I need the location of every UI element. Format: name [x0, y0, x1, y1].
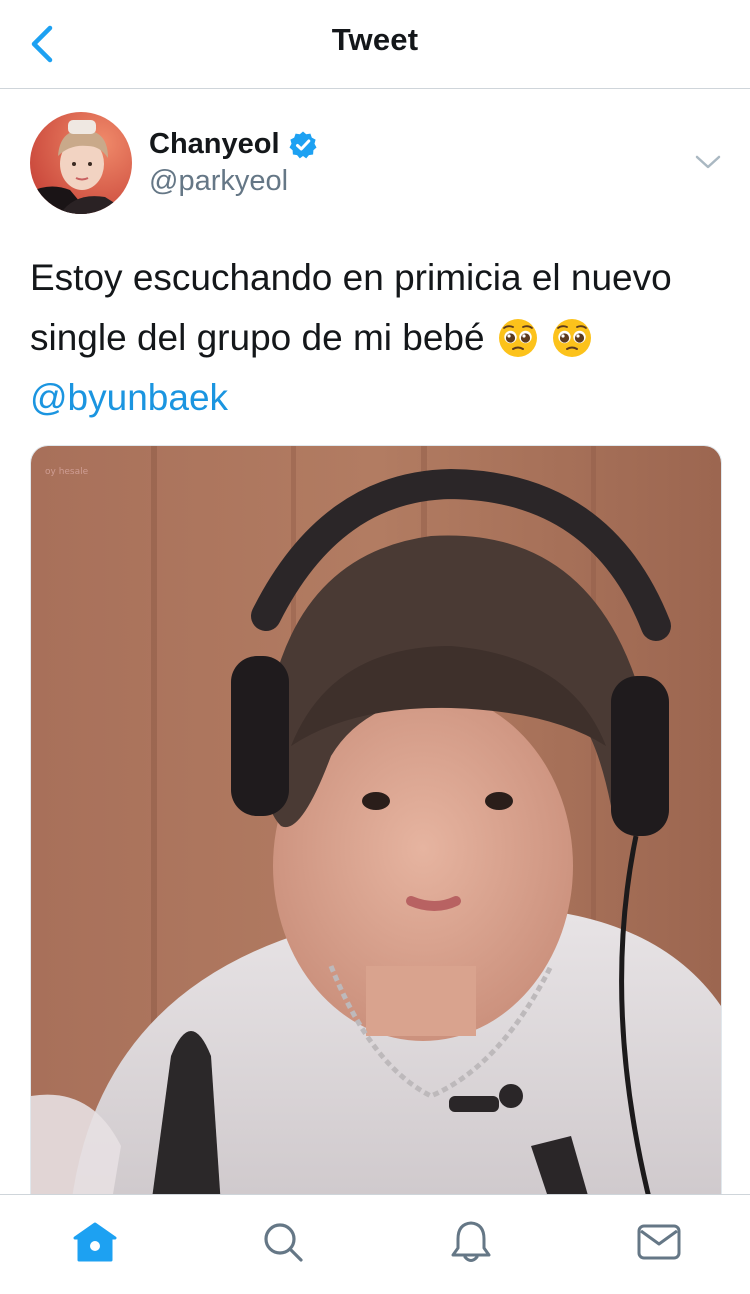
- tweet-text-line-2-text: single del grupo de mi bebé: [30, 317, 485, 358]
- bottom-tab-bar: [0, 1194, 750, 1294]
- pleading-face-emoji: [498, 319, 537, 357]
- pleading-face-emoji: [552, 319, 591, 357]
- author-name: Chanyeol: [149, 128, 280, 160]
- tab-home[interactable]: [70, 1217, 120, 1267]
- tweet-text-line-1: Estoy escuchando en primicia el nuevo: [30, 257, 672, 298]
- avatar[interactable]: [30, 112, 132, 214]
- tab-search[interactable]: [258, 1217, 308, 1267]
- more-options-button[interactable]: [692, 150, 724, 174]
- avatar-image: [30, 112, 132, 214]
- home-icon: [73, 1222, 117, 1262]
- author-handle[interactable]: @parkyeol: [149, 165, 288, 198]
- bell-icon: [451, 1221, 491, 1262]
- watermark: oy hesale: [45, 467, 89, 477]
- mention-link[interactable]: @byunbaek: [30, 368, 228, 428]
- verified-badge-icon: [289, 131, 317, 158]
- top-nav-bar: Tweet: [0, 0, 750, 89]
- photo-image: oy hesale: [31, 446, 721, 1206]
- tab-messages[interactable]: [634, 1217, 684, 1267]
- tweet-text-line-2: single del grupo de mi bebé: [30, 308, 730, 368]
- tweet-media-photo[interactable]: oy hesale: [30, 445, 722, 1207]
- tab-notifications[interactable]: [446, 1217, 496, 1267]
- chevron-down-icon: [695, 155, 721, 169]
- author-name-row[interactable]: Chanyeol: [149, 128, 318, 161]
- mail-icon: [637, 1224, 681, 1260]
- search-icon: [264, 1223, 303, 1262]
- tweet-text-line-3: @byunbaek: [30, 368, 730, 428]
- tweet-text: Estoy escuchando en primicia el nuevo si…: [30, 248, 730, 428]
- page-title: Tweet: [331, 22, 419, 57]
- tweet-detail-screen: Tweet Chanyeol @parkyeol Estoy escuchand…: [0, 0, 750, 1294]
